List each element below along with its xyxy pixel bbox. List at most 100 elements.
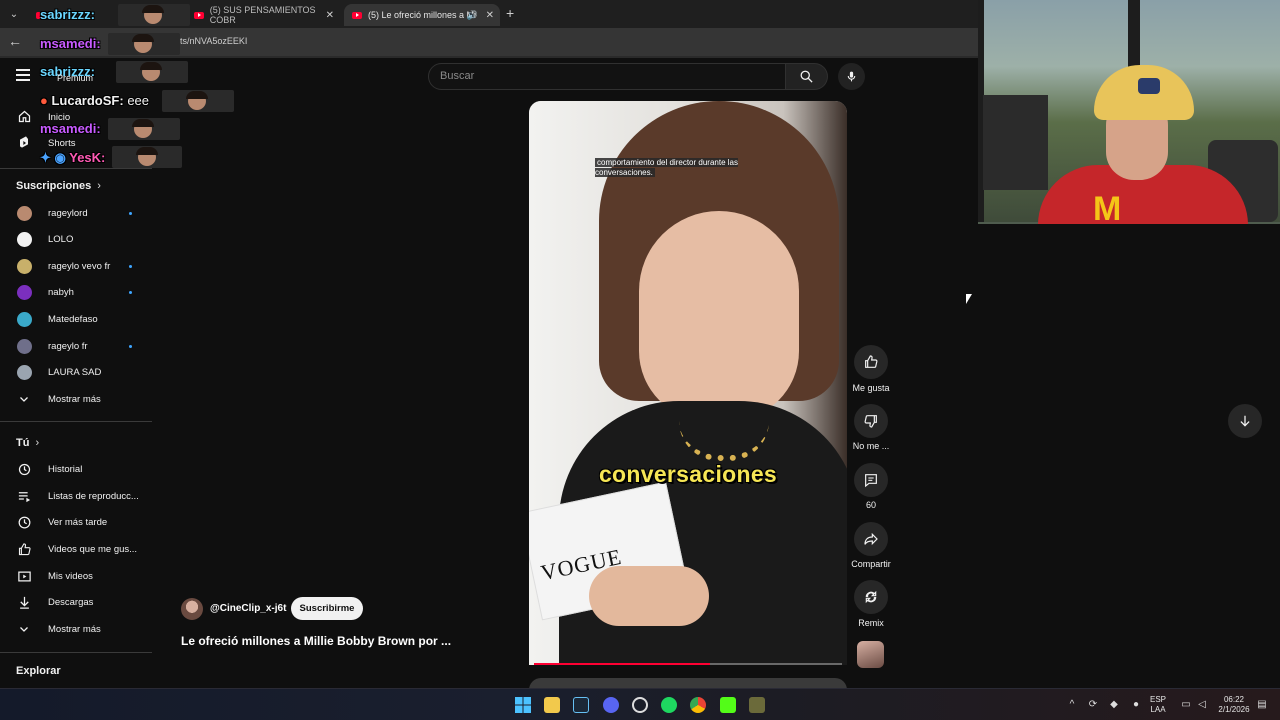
subscribe-button[interactable]: Suscribirme <box>291 597 363 620</box>
sidebar-subscription-item[interactable]: Matedefaso <box>0 307 152 331</box>
dislike-button[interactable] <box>854 404 888 438</box>
notification-icon[interactable]: ▤ <box>1256 699 1268 711</box>
comments-button[interactable] <box>854 463 888 497</box>
steam-icon[interactable] <box>573 697 589 713</box>
sidebar-item-label: Ver más tarde <box>48 516 108 528</box>
search-icon <box>800 70 813 83</box>
kick-icon[interactable] <box>720 697 736 713</box>
chrome-icon[interactable] <box>690 697 706 713</box>
microphone-icon <box>847 71 856 82</box>
channel-avatar-icon <box>16 338 32 354</box>
channel-avatar-icon <box>16 365 32 381</box>
spotify-icon[interactable] <box>661 697 677 713</box>
sidebar-subscription-item[interactable]: rageylord <box>0 201 152 225</box>
video-caption: conversaciones <box>598 461 778 487</box>
hamburger-menu-icon[interactable] <box>16 69 30 81</box>
new-tab-button[interactable]: + <box>506 5 514 21</box>
video-progress-bar[interactable] <box>534 663 842 665</box>
chat-message: ● LucardoSF: eee <box>40 93 150 108</box>
shield-icon[interactable]: ◆ <box>1108 699 1120 711</box>
sidebar-item-label: Mis videos <box>48 570 93 582</box>
search-box[interactable] <box>428 63 786 90</box>
thumbs-up-icon <box>865 355 878 368</box>
file-explorer-icon[interactable] <box>544 697 560 713</box>
search-button[interactable] <box>786 63 828 90</box>
language-indicator[interactable]: ESP LAA <box>1150 695 1166 715</box>
remix-icon <box>865 590 877 604</box>
new-content-dot <box>129 264 132 268</box>
sidebar-item-history[interactable]: Historial <box>0 457 152 481</box>
sidebar-subscription-item[interactable]: rageylo vevo fr <box>0 254 152 278</box>
sync-icon[interactable]: ⟳ <box>1087 699 1099 711</box>
youtube-icon <box>352 11 362 19</box>
download-icon <box>16 594 32 610</box>
channel-avatar-icon <box>16 205 32 221</box>
chevron-down-icon <box>16 621 32 637</box>
channel-name[interactable]: @CineClip_x-j6t <box>210 603 286 614</box>
sidebar-subscription-item[interactable]: LOLO <box>0 228 152 252</box>
volume-icon[interactable]: ◁ <box>1196 699 1208 711</box>
channel-avatar-icon <box>16 232 32 248</box>
sidebar-item-label: Descargas <box>48 596 94 608</box>
channel-avatar-icon <box>16 258 32 274</box>
sidebar-subscription-item[interactable]: nabyh <box>0 281 152 305</box>
sidebar-item-downloads[interactable]: Descargas <box>0 590 152 614</box>
voice-search-button[interactable] <box>838 63 865 90</box>
sidebar-subscription-item[interactable]: LAURA SAD <box>0 361 152 385</box>
video-subtitle-small: comportamiento del director durante las … <box>595 158 738 177</box>
network-icon[interactable]: ▭ <box>1180 699 1192 711</box>
sidebar-item-label: Historial <box>48 463 83 475</box>
arrow-down-icon <box>1240 415 1250 427</box>
sidebar-item-watch-later[interactable]: Ver más tarde <box>0 510 152 534</box>
sidebar-item-label: LOLO <box>48 234 74 246</box>
sidebar-item-liked-videos[interactable]: Videos que me gus... <box>0 537 152 561</box>
next-video-button[interactable] <box>1228 404 1262 438</box>
tray-chevron-up-icon[interactable]: ^ <box>1066 699 1078 711</box>
chat-emote <box>162 90 234 112</box>
microphone-icon[interactable]: ● <box>1130 699 1142 711</box>
close-tab-icon[interactable]: ✕ <box>486 10 494 21</box>
browser-tab-2[interactable]: (5) SUS PENSAMIENTOS COBR ✕ <box>186 4 340 26</box>
audio-playing-icon[interactable]: 🔊 <box>467 10 478 21</box>
audio-thumbnail[interactable] <box>857 641 884 668</box>
remix-label: Remix <box>858 618 884 628</box>
thumbs-down-icon <box>864 415 877 428</box>
clock[interactable]: 06:22 2/1/2026 <box>1214 695 1254 715</box>
video-title[interactable]: Le ofreció millones a Millie Bobby Brown… <box>181 634 451 648</box>
sidebar-item-your-videos[interactable]: Mis videos <box>0 564 152 588</box>
close-tab-icon[interactable]: ✕ <box>326 10 334 21</box>
back-arrow-icon[interactable]: ← <box>8 33 22 49</box>
chat-message: sabrizzz: <box>40 7 95 22</box>
sidebar-show-more[interactable]: Mostrar más <box>0 387 152 411</box>
chevron-right-icon: › <box>35 437 40 449</box>
app-icon[interactable] <box>749 697 765 713</box>
tab-search-icon[interactable]: ⌄ <box>4 4 24 24</box>
search-input[interactable] <box>440 70 740 82</box>
share-button[interactable] <box>854 522 888 556</box>
discord-icon[interactable] <box>603 697 619 713</box>
chat-emote <box>112 146 182 168</box>
sidebar-item-label: rageylo fr <box>48 340 88 352</box>
you-section-title[interactable]: Tú › <box>16 437 39 449</box>
subscriptions-section-title[interactable]: Suscripciones › <box>16 180 101 192</box>
chat-emote <box>118 4 190 26</box>
chat-message: msamedi: <box>40 36 101 51</box>
shorts-video-player[interactable]: VOGUE comportamiento del director durant… <box>529 101 847 665</box>
obs-icon[interactable] <box>632 697 648 713</box>
url-text[interactable]: ts/nNVA5ozEEKI <box>180 36 247 46</box>
video-progress-fill <box>534 663 710 665</box>
sidebar-show-more-you[interactable]: Mostrar más <box>0 617 152 641</box>
history-icon <box>16 461 32 477</box>
explore-section-title: Explorar <box>16 665 61 677</box>
like-button[interactable] <box>854 345 888 379</box>
new-content-dot <box>129 211 132 215</box>
remix-button[interactable] <box>854 580 888 614</box>
sidebar-subscription-item[interactable]: rageylo fr <box>0 334 152 358</box>
chat-emote <box>108 118 180 140</box>
channel-avatar[interactable] <box>181 598 203 620</box>
windows-start-icon[interactable] <box>515 697 531 713</box>
chat-emote <box>108 33 180 55</box>
chat-emote <box>116 61 188 83</box>
sidebar-item-playlists[interactable]: Listas de reproducc... <box>0 484 152 508</box>
browser-tab-active[interactable]: (5) Le ofreció millones a Mi 🔊 ✕ <box>344 4 500 26</box>
